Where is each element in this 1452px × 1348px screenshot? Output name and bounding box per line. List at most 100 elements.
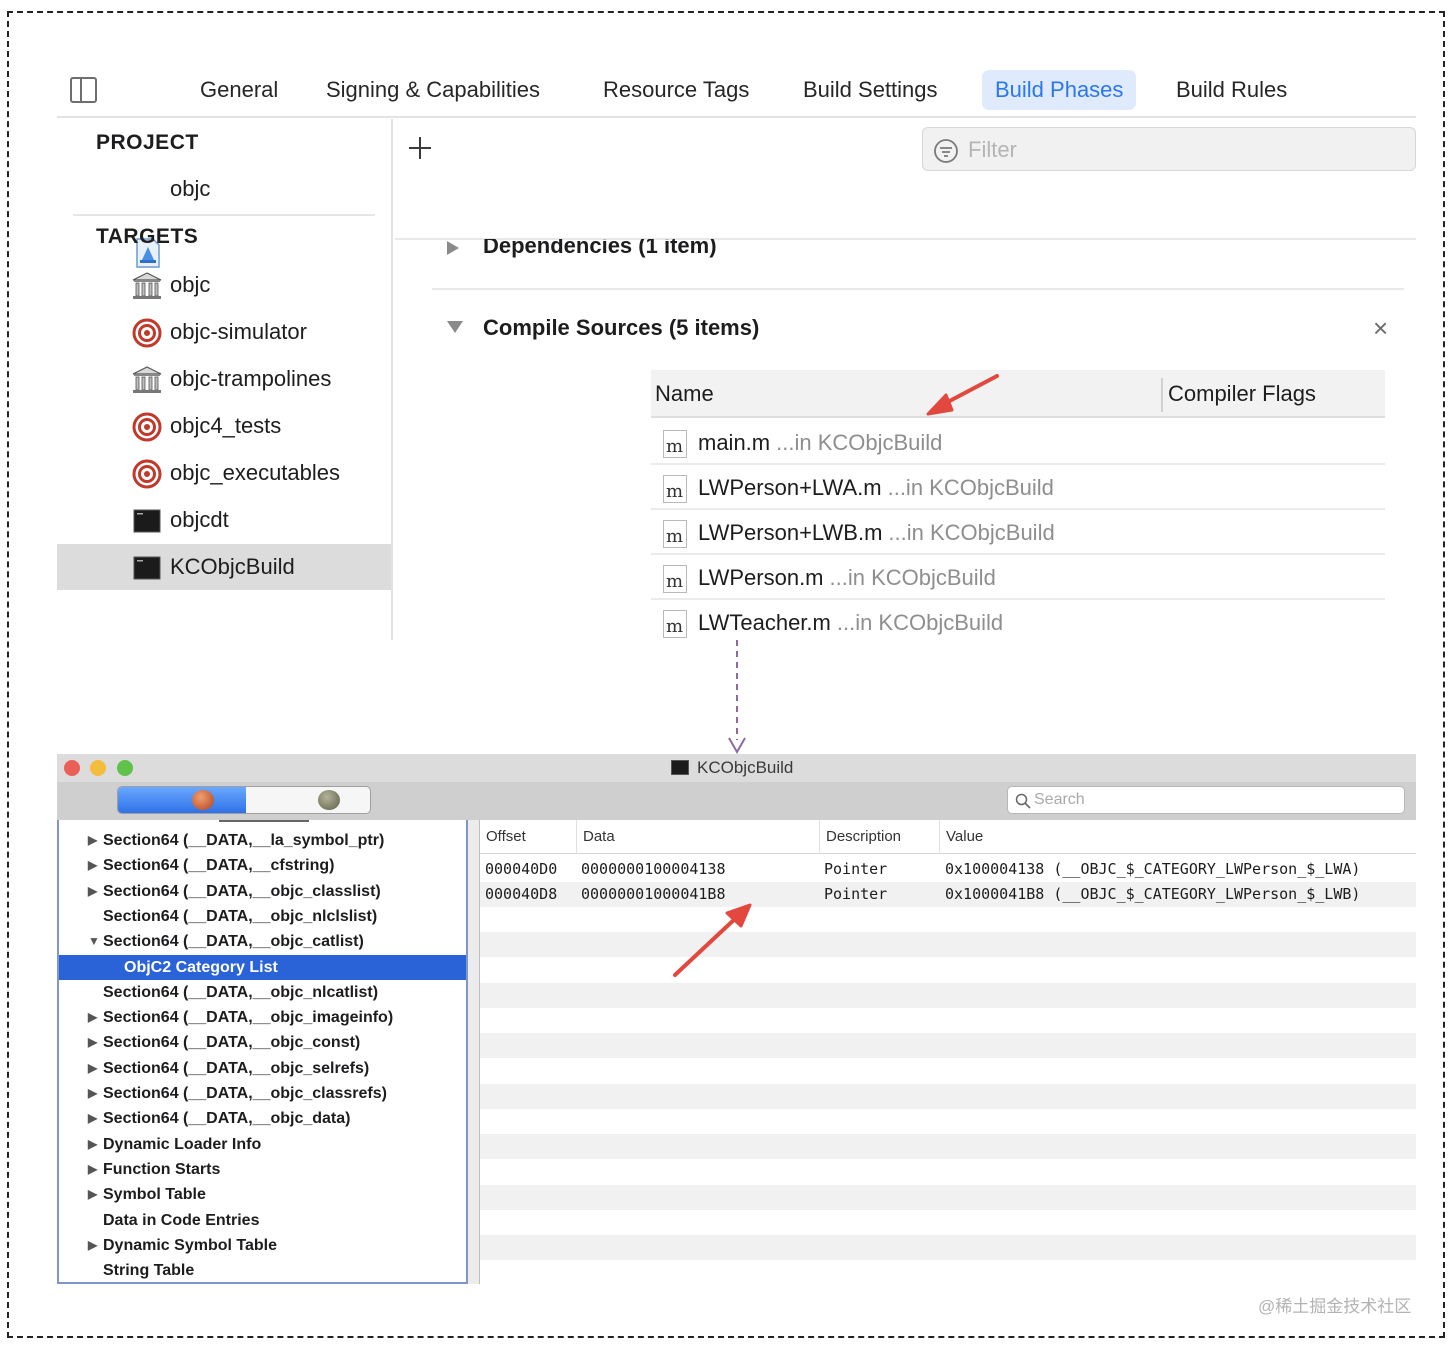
target-bullseye-icon (132, 412, 162, 442)
table-row[interactable]: 000040D0 0000000100004138 Pointer 0x1000… (480, 857, 1416, 882)
disclosure-collapsed-icon[interactable]: ▶ (88, 1106, 97, 1131)
objc-file-icon: m (663, 430, 687, 458)
section-outline-tree: ▶ Section64 (__DATA,__la_symbol_ptr) ▶ Sect… (57, 820, 468, 1284)
sidebar-item-target-objc[interactable]: objc (57, 262, 391, 308)
tree-item[interactable]: ▶ Section64 (__DATA,__objc_imageinfo) (59, 1005, 466, 1030)
table-row[interactable]: 000040D8 00000001000041B8 Pointer 0x1000… (480, 882, 1416, 907)
tree-item[interactable]: ▶ Section64 (__DATA,__objc_selrefs) (59, 1056, 466, 1081)
table-row[interactable]: m LWPerson+LWA.m ...in KCObjcBuild (651, 465, 1385, 510)
tree-item[interactable]: String Table (59, 1258, 466, 1282)
offset-cell: 000040D8 (485, 885, 558, 903)
objc-file-icon: m (663, 520, 687, 548)
empty-row-stripe (480, 1083, 1416, 1109)
tab-general[interactable]: General (187, 70, 291, 110)
tab-resource-tags[interactable]: Resource Tags (590, 70, 762, 110)
column-data[interactable]: Data (576, 820, 615, 854)
tree-item[interactable]: ▶ Dynamic Loader Info (59, 1132, 466, 1157)
disclosure-collapsed-icon[interactable]: ▶ (88, 1005, 97, 1030)
tree-item[interactable]: ▶ Section64 (__DATA,__cfstring) (59, 853, 466, 878)
column-offset[interactable]: Offset (480, 820, 526, 854)
tab-signing-capabilities[interactable]: Signing & Capabilities (313, 70, 553, 110)
column-name[interactable]: Name (655, 370, 714, 418)
raw-view-segment[interactable] (118, 787, 246, 813)
target-label: objcdt (170, 507, 229, 532)
compile-sources-title[interactable]: Compile Sources (5 items) (483, 315, 759, 341)
table-row[interactable]: m LWPerson.m ...in KCObjcBuild (651, 555, 1385, 600)
disclosure-collapsed-icon[interactable]: ▶ (88, 1056, 97, 1081)
compile-sources-collapse-icon[interactable] (447, 321, 463, 333)
tab-build-phases[interactable]: Build Phases (982, 70, 1137, 110)
column-divider[interactable] (1161, 378, 1163, 412)
view-mode-segmented-control[interactable] (117, 786, 371, 814)
table-header: Name Compiler Flags (651, 370, 1385, 418)
tree-item[interactable]: ObjC2 Category List (59, 954, 466, 980)
tab-build-settings[interactable]: Build Settings (790, 70, 951, 110)
tree-item-label: Section64 (__DATA,__la_symbol_ptr) (103, 832, 385, 849)
minimize-window-button[interactable] (90, 760, 106, 776)
disclosure-collapsed-icon[interactable]: ▶ (88, 1182, 97, 1207)
target-label: KCObjcBuild (170, 554, 295, 579)
disclosure-collapsed-icon[interactable]: ▶ (88, 1233, 97, 1258)
tab-build-rules[interactable]: Build Rules (1163, 70, 1300, 110)
tree-item[interactable]: ▶ Section64 (__DATA,__objc_classlist) (59, 879, 466, 904)
disclosure-collapsed-icon[interactable]: ▶ (88, 1132, 97, 1157)
connector-dashed-arrow (728, 640, 746, 755)
apple-gray-icon[interactable] (318, 790, 340, 810)
table-row[interactable]: m LWPerson+LWB.m ...in KCObjcBuild (651, 510, 1385, 555)
sidebar-item-target-objc4-tests[interactable]: objc4_tests (57, 403, 391, 449)
sidebar-item-target-kcobjcbuild[interactable]: KCObjcBuild (57, 544, 391, 590)
tree-item[interactable]: Section64 (__DATA,__objc_nlclslist) (59, 904, 466, 929)
terminal-icon (133, 509, 161, 533)
search-input[interactable]: Search (1007, 786, 1405, 814)
dependencies-expand-icon[interactable] (447, 241, 459, 255)
tree-item-label: String Table (103, 1262, 195, 1280)
target-label: objc (170, 272, 211, 297)
filter-icon (934, 139, 958, 163)
table-row[interactable]: m main.m ...in KCObjcBuild (651, 420, 1385, 465)
disclosure-collapsed-icon[interactable]: ▶ (88, 879, 97, 904)
table-row[interactable]: m LWTeacher.m ...in KCObjcBuild (651, 600, 1385, 640)
close-window-button[interactable] (64, 760, 80, 776)
tree-item[interactable]: ▶ Function Starts (59, 1157, 466, 1182)
tree-item[interactable]: ▶ Section64 (__DATA,__objc_const) (59, 1030, 466, 1055)
tree-item[interactable]: ▼ Section64 (__DATA,__objc_catlist) (59, 929, 466, 954)
add-phase-plus-icon[interactable] (407, 135, 433, 161)
tree-item[interactable]: Section64 (__DATA,__objc_nlcatlist) (59, 980, 466, 1005)
xcode-window: General Signing & Capabilities Resource … (57, 62, 1416, 640)
file-name: LWTeacher.m ...in KCObjcBuild (698, 610, 1004, 635)
sidebar-item-target-objc-trampolines[interactable]: objc-trampolines (57, 356, 391, 402)
tree-item[interactable]: ▶ Dynamic Symbol Table (59, 1233, 466, 1258)
disclosure-collapsed-icon[interactable]: ▶ (88, 1030, 97, 1055)
tree-item-label: Section64 (__DATA,__cfstring) (103, 857, 335, 875)
disclosure-collapsed-icon[interactable]: ▶ (88, 1157, 97, 1182)
terminal-icon (671, 760, 689, 775)
sidebar-item-target-objc-executables[interactable]: objc_executables (57, 450, 391, 496)
delete-phase-close-icon[interactable]: × (1373, 315, 1388, 341)
disclosure-collapsed-icon[interactable]: ▶ (88, 1081, 97, 1106)
column-compiler-flags[interactable]: Compiler Flags (1168, 370, 1316, 418)
data-cell: 00000001000041B8 (581, 885, 726, 903)
filter-input[interactable]: Filter (922, 127, 1416, 171)
tree-item[interactable]: ▶ Section64 (__DATA,__objc_classrefs) (59, 1081, 466, 1106)
tree-item[interactable]: Data in Code Entries (59, 1208, 466, 1233)
disclosure-collapsed-icon[interactable]: ▶ (88, 828, 97, 853)
sidebar-item-target-objc-simulator[interactable]: objc-simulator (57, 309, 391, 355)
empty-row-stripe (480, 932, 1416, 957)
tree-item[interactable]: ▶ Section64 (__DATA,__la_symbol_ptr) (59, 828, 466, 853)
column-description[interactable]: Description (819, 820, 901, 854)
sidebar-toggle-icon[interactable] (70, 77, 97, 103)
disclosure-collapsed-icon[interactable]: ▶ (88, 853, 97, 878)
sidebar-item-target-objcdt[interactable]: objcdt (57, 497, 391, 543)
column-value[interactable]: Value (939, 820, 983, 854)
tree-item[interactable]: ▶ Section64 (__DATA,__objc_data) (59, 1106, 466, 1131)
target-bullseye-icon (132, 459, 162, 489)
dependencies-title[interactable]: Dependencies (1 item) (483, 239, 717, 259)
project-item-label: objc (170, 176, 211, 201)
tree-item[interactable]: ▶ Symbol Table (59, 1182, 466, 1207)
disclosure-expanded-icon[interactable]: ▼ (88, 929, 100, 954)
project-header: PROJECT (96, 131, 199, 154)
tree-item-label: Section64 (__DATA,__objc_imageinfo) (103, 1009, 394, 1027)
tree-item-label: Section64 (__DATA,__objc_classrefs) (103, 1085, 387, 1102)
pane-splitter[interactable] (468, 820, 479, 1284)
zoom-window-button[interactable] (117, 760, 133, 776)
